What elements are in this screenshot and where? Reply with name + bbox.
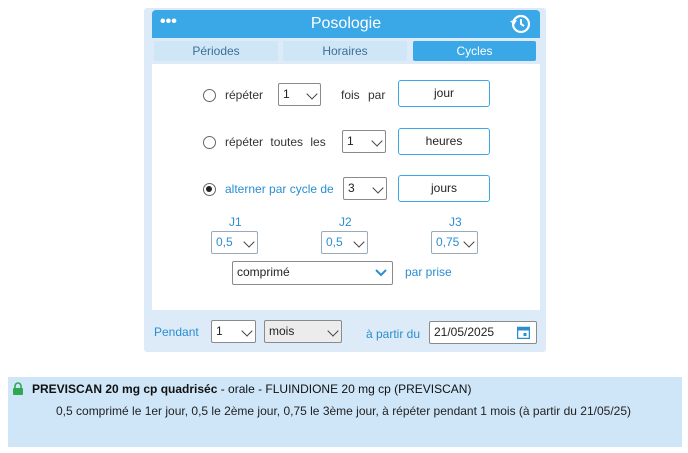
calendar-icon[interactable] bbox=[517, 326, 530, 339]
panel-header: ••• Posologie bbox=[152, 10, 540, 38]
radio-repeter-toutes[interactable] bbox=[203, 136, 216, 149]
cycle-day-label: J1 bbox=[229, 215, 242, 229]
tab-horaires[interactable]: Horaires bbox=[283, 41, 407, 61]
unit-jours-button[interactable]: jours bbox=[398, 175, 490, 202]
select-value: comprimé bbox=[237, 265, 290, 279]
select-value: 1 bbox=[347, 134, 354, 148]
drug-name: PREVISCAN 20 mg cp quadriséc bbox=[32, 382, 218, 396]
chevron-down-icon bbox=[372, 182, 384, 194]
select-value: 0,5 bbox=[326, 235, 343, 249]
select-cycle-count[interactable]: 3 bbox=[343, 177, 387, 200]
label-alterner: alterner par cycle de bbox=[225, 182, 334, 196]
cycle-day-label: J2 bbox=[339, 215, 352, 229]
drug-details: - orale - FLUINDIONE 20 mg cp (PREVISCAN… bbox=[217, 382, 472, 396]
select-duration-count[interactable]: 1 bbox=[211, 320, 256, 343]
select-value: 3 bbox=[348, 181, 355, 195]
chevron-down-icon bbox=[353, 236, 365, 248]
select-value: mois bbox=[269, 324, 295, 338]
unit-jour-button[interactable]: jour bbox=[398, 80, 490, 107]
chevron-down-icon bbox=[243, 236, 255, 248]
select-dose-j2[interactable]: 0,5 bbox=[321, 231, 368, 254]
panel-title: Posologie bbox=[310, 15, 382, 32]
chevron-down-icon bbox=[371, 135, 383, 147]
label-a-partir-du: à partir du bbox=[366, 327, 421, 341]
select-dose-j1[interactable]: 0,5 bbox=[211, 231, 258, 254]
history-icon[interactable] bbox=[508, 12, 532, 36]
label-repeter: répéter bbox=[225, 88, 264, 102]
chevron-down-icon bbox=[306, 88, 318, 100]
label-fois-par: fois par bbox=[341, 88, 386, 102]
label-repeter-toutes: répéter toutes les bbox=[225, 135, 326, 149]
select-value: 0,75 bbox=[436, 235, 460, 249]
select-duration-unit[interactable]: mois bbox=[264, 320, 342, 343]
summary-drug-line: PREVISCAN 20 mg cp quadriséc - orale - F… bbox=[32, 382, 471, 396]
chevron-down-icon bbox=[241, 325, 253, 337]
lock-icon bbox=[13, 382, 23, 395]
label-par-prise: par prise bbox=[405, 265, 452, 279]
tab-periodes[interactable]: Périodes bbox=[154, 41, 278, 61]
cycle-day-label: J3 bbox=[449, 215, 462, 229]
select-fois-count[interactable]: 1 bbox=[278, 83, 321, 106]
select-value: 0,5 bbox=[216, 235, 233, 249]
unit-heures-button[interactable]: heures bbox=[398, 128, 490, 155]
summary-detail: 0,5 comprimé le 1er jour, 0,5 le 2ème jo… bbox=[56, 404, 631, 418]
radio-alterner-cycle[interactable] bbox=[203, 183, 216, 196]
select-value: 1 bbox=[216, 324, 223, 338]
date-input[interactable]: 21/05/2025 bbox=[429, 321, 537, 344]
chevron-down-icon bbox=[463, 236, 475, 248]
date-value: 21/05/2025 bbox=[434, 325, 495, 339]
tab-cycles[interactable]: Cycles bbox=[413, 41, 536, 61]
select-dose-j3[interactable]: 0,75 bbox=[431, 231, 478, 254]
select-heures-count[interactable]: 1 bbox=[342, 130, 386, 153]
radio-repeter-fois[interactable] bbox=[203, 89, 216, 102]
select-form[interactable]: comprimé bbox=[232, 261, 393, 285]
label-pendant: Pendant bbox=[154, 325, 199, 339]
select-value: 1 bbox=[283, 87, 290, 101]
chevron-down-icon bbox=[327, 325, 339, 337]
chevron-down-icon bbox=[375, 269, 387, 277]
